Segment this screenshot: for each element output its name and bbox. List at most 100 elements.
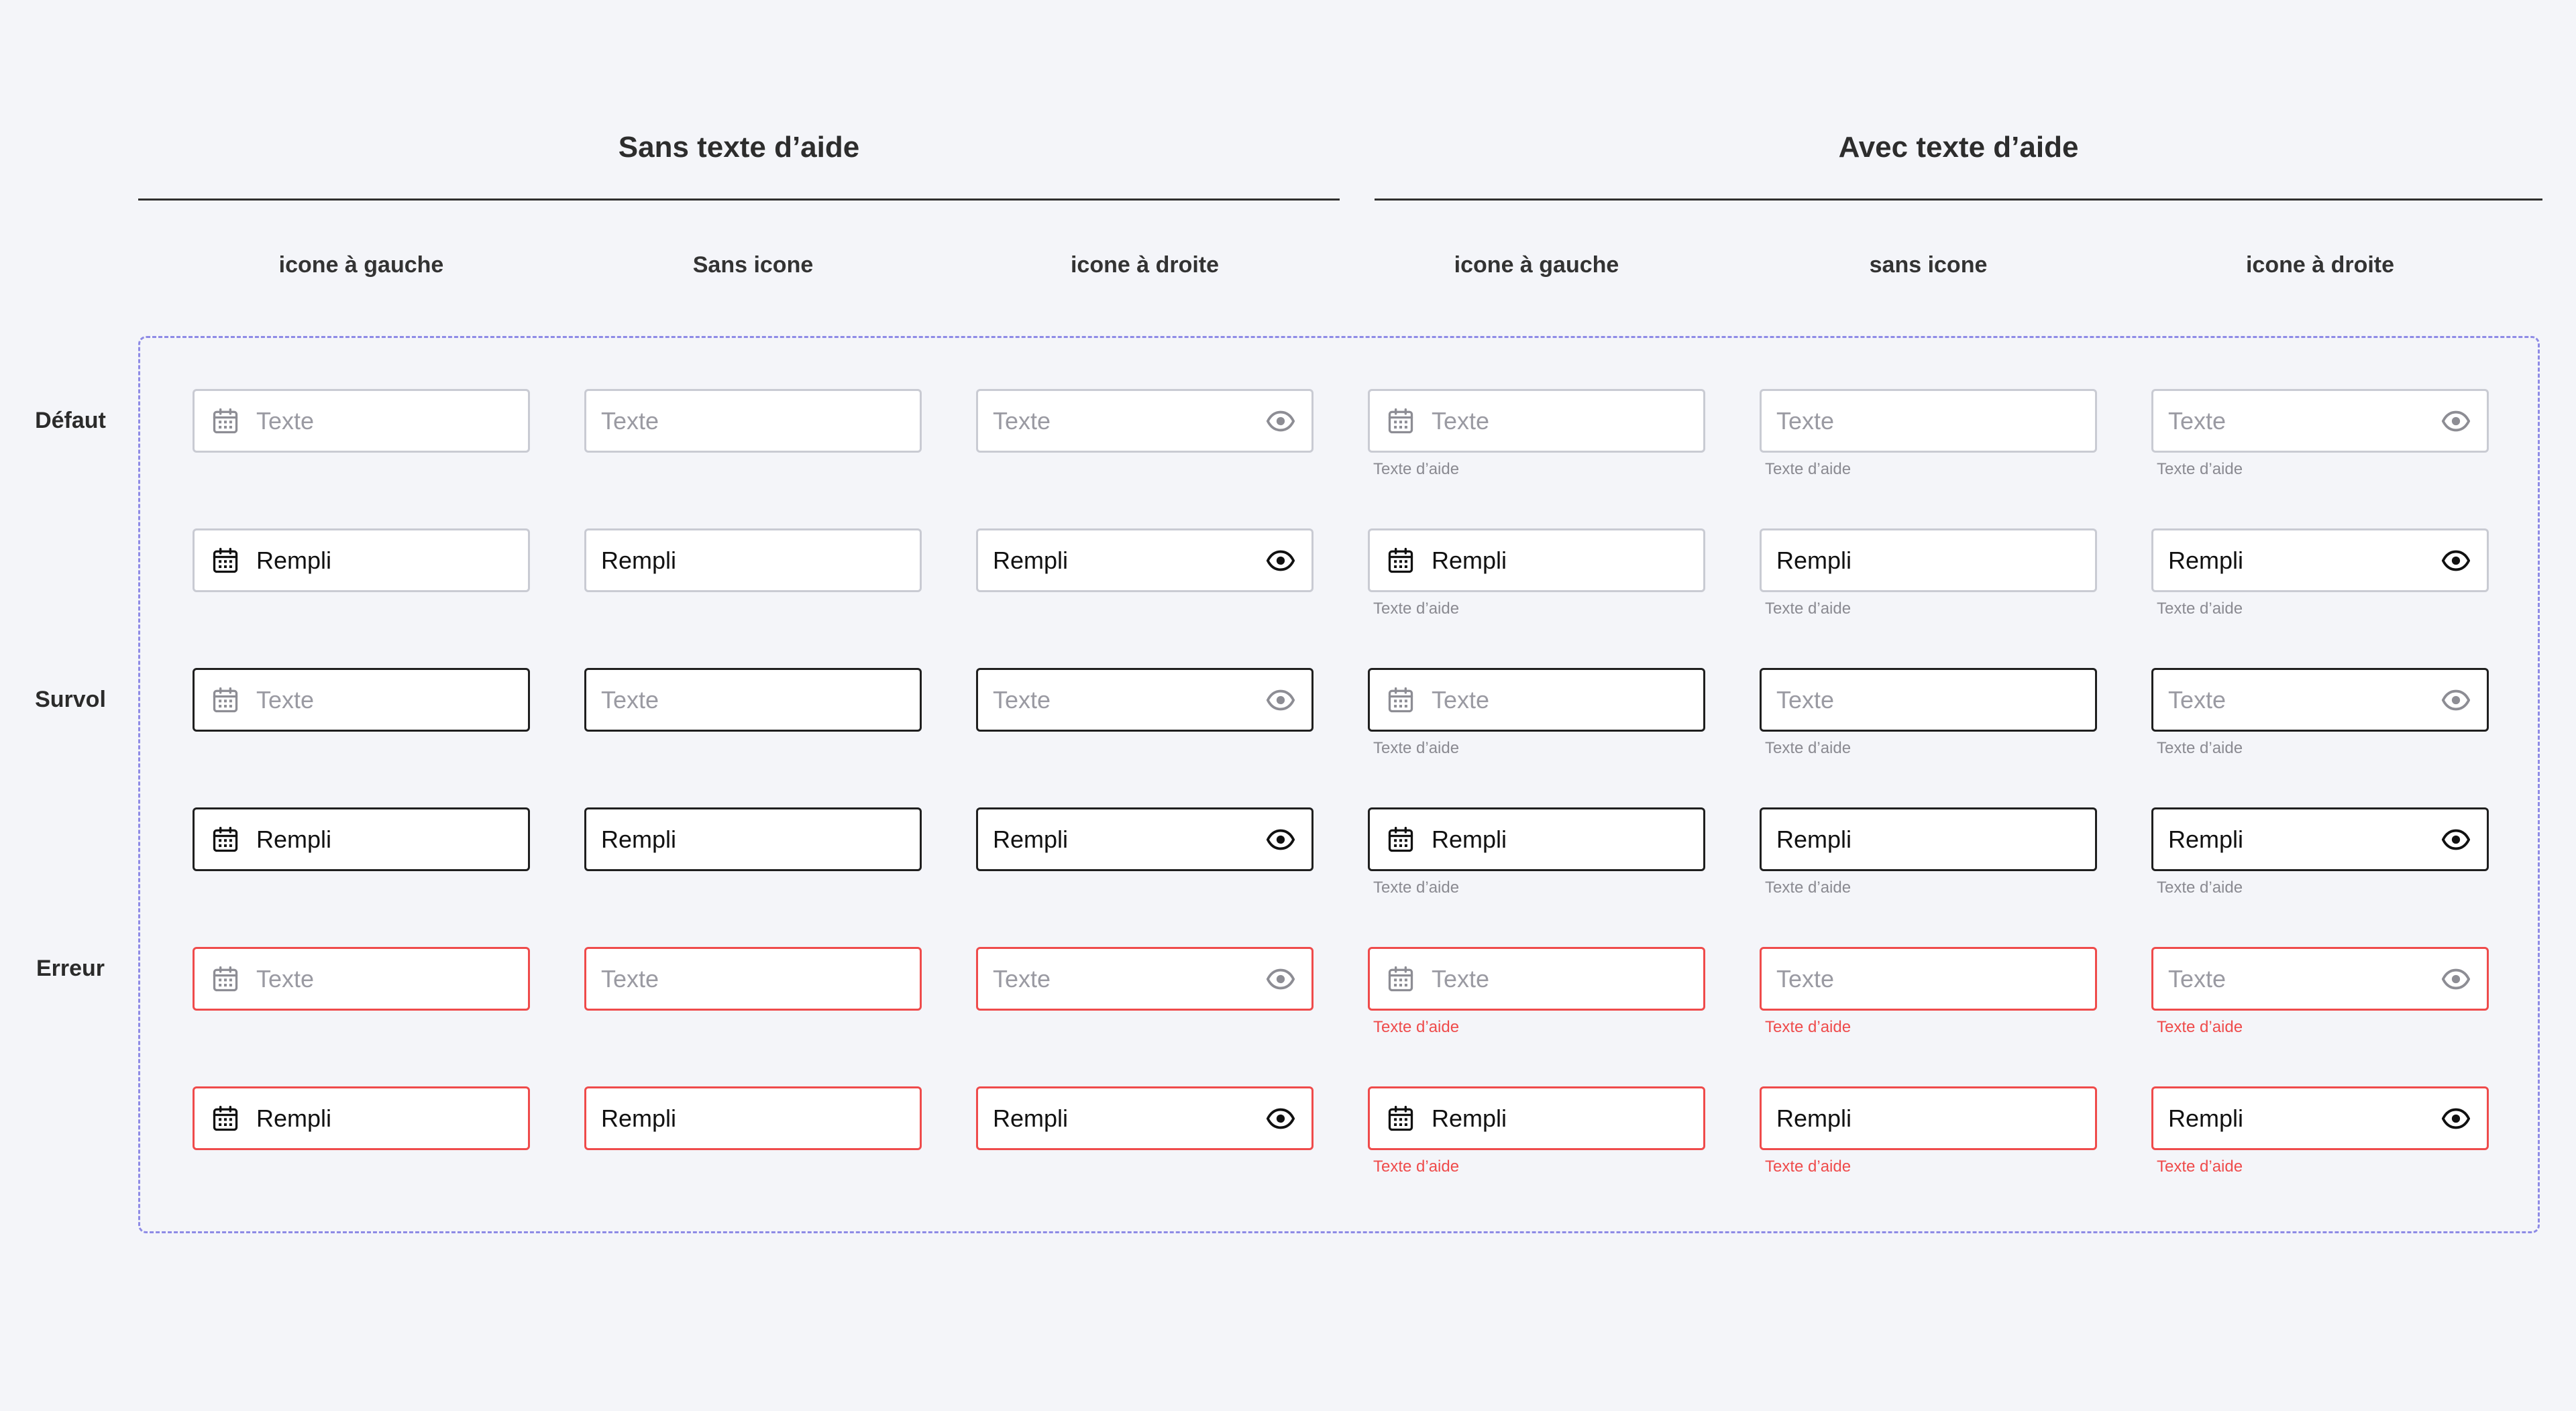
- text-input[interactable]: Texte: [193, 668, 530, 732]
- helper-text: Texte d’aide: [1765, 879, 1851, 897]
- input-value: Rempli: [2168, 825, 2244, 853]
- eye-icon[interactable]: [1265, 684, 1297, 716]
- text-input[interactable]: Texte: [1368, 668, 1705, 732]
- text-input[interactable]: Rempli: [1760, 807, 2097, 871]
- eye-icon[interactable]: [1265, 545, 1297, 577]
- text-input[interactable]: Texte: [193, 389, 530, 453]
- text-input[interactable]: Rempli: [193, 528, 530, 592]
- text-input[interactable]: Rempli: [2151, 807, 2489, 871]
- helper-text: Texte d’aide: [1765, 1018, 1851, 1036]
- eye-icon[interactable]: [2440, 545, 2472, 577]
- eye-icon[interactable]: [2440, 684, 2472, 716]
- input-placeholder: Texte: [256, 406, 315, 435]
- eye-icon[interactable]: [1265, 405, 1297, 437]
- calendar-icon: [209, 1103, 241, 1135]
- input-value: Rempli: [2168, 546, 2244, 574]
- calendar-icon: [1385, 1103, 1417, 1135]
- input-value: Rempli: [1432, 1104, 1507, 1132]
- text-input[interactable]: Texte: [584, 389, 922, 453]
- helper-text: Texte d’aide: [2157, 600, 2243, 618]
- helper-text: Texte d’aide: [1765, 739, 1851, 757]
- calendar-icon: [1385, 405, 1417, 437]
- text-input[interactable]: Texte: [976, 668, 1313, 732]
- text-input[interactable]: Texte: [193, 947, 530, 1011]
- input-placeholder: Texte: [993, 964, 1051, 993]
- calendar-icon: [1385, 545, 1417, 577]
- text-input[interactable]: Rempli: [193, 807, 530, 871]
- state-label-error: Erreur: [36, 956, 105, 981]
- text-input[interactable]: Texte: [1760, 389, 2097, 453]
- text-input[interactable]: Texte: [976, 947, 1313, 1011]
- input-value: Rempli: [993, 1104, 1069, 1132]
- text-input[interactable]: Rempli: [976, 528, 1313, 592]
- input-placeholder: Texte: [993, 406, 1051, 435]
- text-input[interactable]: Rempli: [1760, 1086, 2097, 1150]
- input-value: Rempli: [1776, 825, 1852, 853]
- input-value: Rempli: [1776, 1104, 1852, 1132]
- group-title-with-helper: Avec texte d’aide: [1838, 131, 2079, 164]
- column-title: icone à gauche: [278, 252, 444, 278]
- input-placeholder: Texte: [256, 964, 315, 993]
- input-value: Rempli: [1432, 546, 1507, 574]
- text-input[interactable]: Texte: [2151, 668, 2489, 732]
- text-input[interactable]: Texte: [2151, 947, 2489, 1011]
- text-input[interactable]: Rempli: [976, 1086, 1313, 1150]
- text-input[interactable]: Rempli: [2151, 528, 2489, 592]
- helper-text: Texte d’aide: [1765, 600, 1851, 618]
- input-placeholder: Texte: [1776, 406, 1835, 435]
- input-placeholder: Texte: [2168, 685, 2226, 714]
- eye-icon[interactable]: [1265, 824, 1297, 856]
- eye-icon[interactable]: [2440, 824, 2472, 856]
- text-input[interactable]: Texte: [2151, 389, 2489, 453]
- text-input[interactable]: Rempli: [2151, 1086, 2489, 1150]
- text-input[interactable]: Rempli: [1368, 528, 1705, 592]
- input-value: Rempli: [256, 546, 332, 574]
- text-input[interactable]: Rempli: [584, 528, 922, 592]
- input-value: Rempli: [256, 1104, 332, 1132]
- text-input[interactable]: Texte: [584, 947, 922, 1011]
- text-input[interactable]: Texte: [1368, 947, 1705, 1011]
- text-input[interactable]: Texte: [1760, 668, 2097, 732]
- calendar-icon: [1385, 824, 1417, 856]
- input-value: Rempli: [601, 1104, 677, 1132]
- text-input[interactable]: Rempli: [193, 1086, 530, 1150]
- input-value: Rempli: [256, 825, 332, 853]
- input-placeholder: Texte: [601, 685, 659, 714]
- input-value: Rempli: [1432, 825, 1507, 853]
- column-title: sans icone: [1869, 252, 1988, 278]
- group-divider-without-helper: [138, 199, 1340, 201]
- helper-text: Texte d’aide: [1373, 460, 1460, 478]
- text-input[interactable]: Rempli: [1760, 528, 2097, 592]
- eye-icon[interactable]: [2440, 963, 2472, 995]
- group-divider-with-helper: [1375, 199, 2542, 201]
- eye-icon[interactable]: [1265, 963, 1297, 995]
- input-placeholder: Texte: [2168, 964, 2226, 993]
- helper-text: Texte d’aide: [2157, 1018, 2243, 1036]
- column-title: icone à gauche: [1454, 252, 1619, 278]
- text-input[interactable]: Rempli: [584, 807, 922, 871]
- helper-text: Texte d’aide: [2157, 1158, 2243, 1176]
- text-input[interactable]: Rempli: [976, 807, 1313, 871]
- input-placeholder: Texte: [1776, 964, 1835, 993]
- helper-text: Texte d’aide: [1373, 879, 1460, 897]
- helper-text: Texte d’aide: [1373, 739, 1460, 757]
- text-input[interactable]: Rempli: [1368, 1086, 1705, 1150]
- input-placeholder: Texte: [601, 964, 659, 993]
- state-label-default: Défaut: [35, 408, 106, 433]
- column-title: icone à droite: [1070, 252, 1220, 278]
- input-value: Rempli: [2168, 1104, 2244, 1132]
- eye-icon[interactable]: [2440, 1103, 2472, 1135]
- text-input[interactable]: Rempli: [584, 1086, 922, 1150]
- text-input[interactable]: Texte: [976, 389, 1313, 453]
- text-input[interactable]: Texte: [584, 668, 922, 732]
- group-title-without-helper: Sans texte d’aide: [618, 131, 860, 164]
- calendar-icon: [1385, 963, 1417, 995]
- calendar-icon: [209, 684, 241, 716]
- text-input[interactable]: Texte: [1368, 389, 1705, 453]
- eye-icon[interactable]: [2440, 405, 2472, 437]
- text-input[interactable]: Rempli: [1368, 807, 1705, 871]
- text-input[interactable]: Texte: [1760, 947, 2097, 1011]
- eye-icon[interactable]: [1265, 1103, 1297, 1135]
- input-value: Rempli: [993, 546, 1069, 574]
- calendar-icon: [1385, 684, 1417, 716]
